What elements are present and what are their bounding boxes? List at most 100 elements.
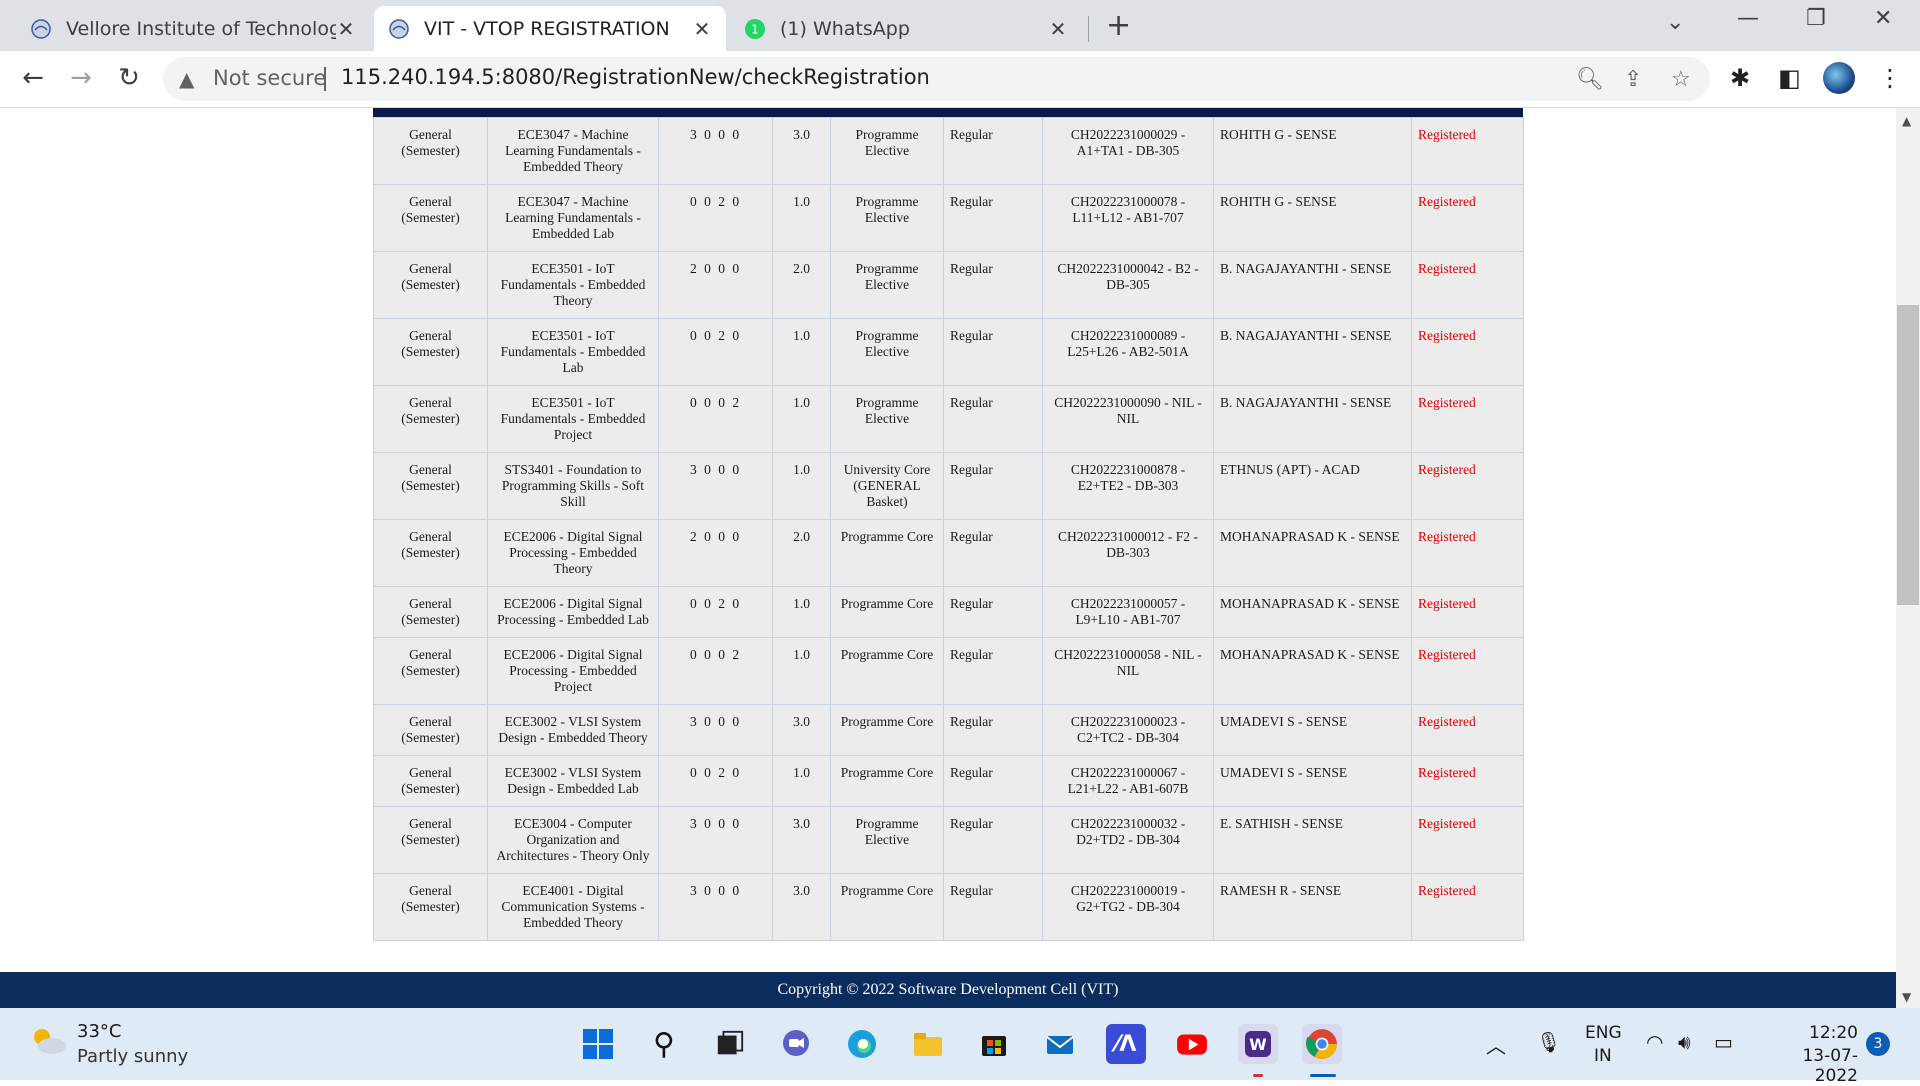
zoom-icon[interactable]: 🔍︎ xyxy=(1576,67,1604,92)
tab-vtop[interactable]: VIT - VTOP REGISTRATION ✕ xyxy=(374,6,726,51)
row-credits: 3.0 xyxy=(772,704,831,756)
weather-temperature[interactable]: 33°C xyxy=(77,1021,121,1042)
close-tab-icon[interactable]: ✕ xyxy=(692,17,712,41)
edge-icon[interactable] xyxy=(842,1024,882,1064)
clock-time[interactable]: 12:20 xyxy=(1764,1023,1858,1043)
security-label[interactable]: Not secure xyxy=(213,66,326,90)
search-icon[interactable]: ⚲ xyxy=(644,1024,684,1064)
row-status: Registered xyxy=(1411,318,1524,386)
row-class: CH2022231000878 - E2+TE2 - DB-303 xyxy=(1042,452,1214,520)
vit-logo-icon xyxy=(389,18,409,39)
row-status: Registered xyxy=(1411,637,1524,705)
new-tab-button[interactable]: + xyxy=(1106,8,1131,43)
language-indicator[interactable]: ENG xyxy=(1585,1023,1622,1043)
address-bar[interactable]: ▲ Not secure 115.240.194.5:8080/Registra… xyxy=(163,57,1710,101)
row-class: CH2022231000029 - A1+TA1 - DB-305 xyxy=(1042,117,1214,185)
row-option: Regular xyxy=(943,251,1043,319)
store-icon[interactable] xyxy=(974,1024,1014,1064)
active-indicator xyxy=(1310,1074,1336,1077)
close-window-button[interactable]: ✕ xyxy=(1874,6,1892,31)
tab-vellore[interactable]: Vellore Institute of Technology (V ✕ xyxy=(16,6,370,51)
row-credits: 3.0 xyxy=(772,873,831,941)
profile-avatar[interactable] xyxy=(1823,62,1855,94)
microphone-icon[interactable]: 🎙︎ xyxy=(1536,1030,1561,1054)
reload-button[interactable]: ↻ xyxy=(112,63,146,93)
partly-sunny-icon[interactable] xyxy=(28,1026,68,1056)
row-category: Programme Core xyxy=(830,637,944,705)
row-course: ECE3047 - Machine Learning Fundamentals … xyxy=(487,117,659,185)
row-option: Regular xyxy=(943,452,1043,520)
battery-icon[interactable]: ▭ xyxy=(1714,1030,1733,1054)
row-type: General (Semester) xyxy=(373,637,488,705)
menu-icon[interactable]: ⋮ xyxy=(1878,64,1902,92)
scrollbar-thumb[interactable] xyxy=(1897,305,1919,605)
close-tab-icon[interactable]: ✕ xyxy=(336,17,356,41)
clock-date[interactable]: 13-07-2022 xyxy=(1764,1046,1858,1086)
teams-chat-icon[interactable] xyxy=(776,1024,816,1064)
table-row: General (Semester) ECE2006 - Digital Sign… xyxy=(373,586,1524,638)
row-course: ECE3002 - VLSI System Design - Embedded … xyxy=(487,704,659,756)
tab-separator xyxy=(1088,16,1089,42)
row-class: CH2022231000078 - L11+L12 - AB1-707 xyxy=(1042,184,1214,252)
row-type: General (Semester) xyxy=(373,318,488,386)
task-view-icon[interactable] xyxy=(710,1024,750,1064)
row-class: CH2022231000057 - L9+L10 - AB1-707 xyxy=(1042,586,1214,638)
restore-button[interactable]: ❐ xyxy=(1806,6,1826,31)
weather-description[interactable]: Partly sunny xyxy=(77,1046,188,1067)
row-faculty: ROHITH G - SENSE xyxy=(1213,184,1412,252)
page-scrollbar[interactable]: ▲ ▼ xyxy=(1896,108,1920,1008)
youtube-icon[interactable] xyxy=(1172,1024,1212,1064)
row-option: Regular xyxy=(943,117,1043,185)
tab-whatsapp[interactable]: 1 (1) WhatsApp ✕ xyxy=(730,6,1082,51)
row-ltpjc: 0 0 0 2 xyxy=(658,637,773,705)
mail-icon[interactable] xyxy=(1040,1024,1080,1064)
forward-button[interactable]: → xyxy=(64,63,98,93)
scroll-up-icon[interactable]: ▲ xyxy=(1902,114,1911,128)
volume-icon[interactable]: 🔊︎ xyxy=(1678,1030,1691,1054)
warning-icon[interactable]: ▲ xyxy=(179,67,194,91)
table-row: General (Semester) ECE3047 - Machine Lear… xyxy=(373,117,1524,185)
omnibox-divider xyxy=(324,67,326,91)
row-faculty: RAMESH R - SENSE xyxy=(1213,873,1412,941)
row-course: ECE3501 - IoT Fundamentals - Embedded Th… xyxy=(487,251,659,319)
share-icon[interactable]: ⇪ xyxy=(1624,67,1642,92)
table-row: General (Semester) ECE2006 - Digital Sign… xyxy=(373,519,1524,587)
row-type: General (Semester) xyxy=(373,251,488,319)
teams-app-icon[interactable]: W xyxy=(1238,1024,1278,1064)
extensions-icon[interactable]: ✱ xyxy=(1730,64,1750,92)
minimize-button[interactable]: — xyxy=(1737,6,1759,31)
side-panel-icon[interactable]: ◧ xyxy=(1778,64,1801,92)
input-indicator[interactable]: IN xyxy=(1594,1046,1612,1066)
show-hidden-icons-icon[interactable]: ︿ xyxy=(1486,1030,1506,1059)
row-ltpjc: 0 0 0 2 xyxy=(658,385,773,453)
row-class: CH2022231000089 - L25+L26 - AB2-501A xyxy=(1042,318,1214,386)
row-ltpjc: 3 0 0 0 xyxy=(658,704,773,756)
row-course: ECE3047 - Machine Learning Fundamentals … xyxy=(487,184,659,252)
start-icon[interactable] xyxy=(578,1024,618,1064)
row-credits: 2.0 xyxy=(772,251,831,319)
editor-app-icon[interactable]: ⁄Λ xyxy=(1106,1024,1146,1064)
back-button[interactable]: ← xyxy=(16,63,50,93)
file-explorer-icon[interactable] xyxy=(908,1024,948,1064)
row-type: General (Semester) xyxy=(373,385,488,453)
scroll-down-icon[interactable]: ▼ xyxy=(1902,990,1911,1004)
row-faculty: B. NAGAJAYANTHI - SENSE xyxy=(1213,251,1412,319)
row-category: Programme Elective xyxy=(830,318,944,386)
tab-title: Vellore Institute of Technology (V xyxy=(66,17,336,40)
close-tab-icon[interactable]: ✕ xyxy=(1048,17,1068,41)
wifi-icon[interactable]: ◠ xyxy=(1646,1030,1663,1054)
chrome-icon[interactable] xyxy=(1302,1024,1342,1064)
url-text[interactable]: 115.240.194.5:8080/RegistrationNew/check… xyxy=(341,65,930,89)
row-ltpjc: 0 0 2 0 xyxy=(658,755,773,807)
table-row: General (Semester) ECE3501 - IoT Fundamen… xyxy=(373,318,1524,386)
notification-badge[interactable]: 3 xyxy=(1866,1032,1890,1056)
tab-title: VIT - VTOP REGISTRATION xyxy=(424,17,670,40)
bookmark-star-icon[interactable]: ☆ xyxy=(1671,67,1691,92)
tab-search-icon[interactable]: ⌄ xyxy=(1666,10,1684,35)
table-row: General (Semester) ECE2006 - Digital Sign… xyxy=(373,637,1524,705)
row-status: Registered xyxy=(1411,251,1524,319)
whatsapp-badge: 1 xyxy=(751,22,759,36)
row-faculty: UMADEVI S - SENSE xyxy=(1213,704,1412,756)
row-type: General (Semester) xyxy=(373,586,488,638)
row-category: Programme Core xyxy=(830,704,944,756)
